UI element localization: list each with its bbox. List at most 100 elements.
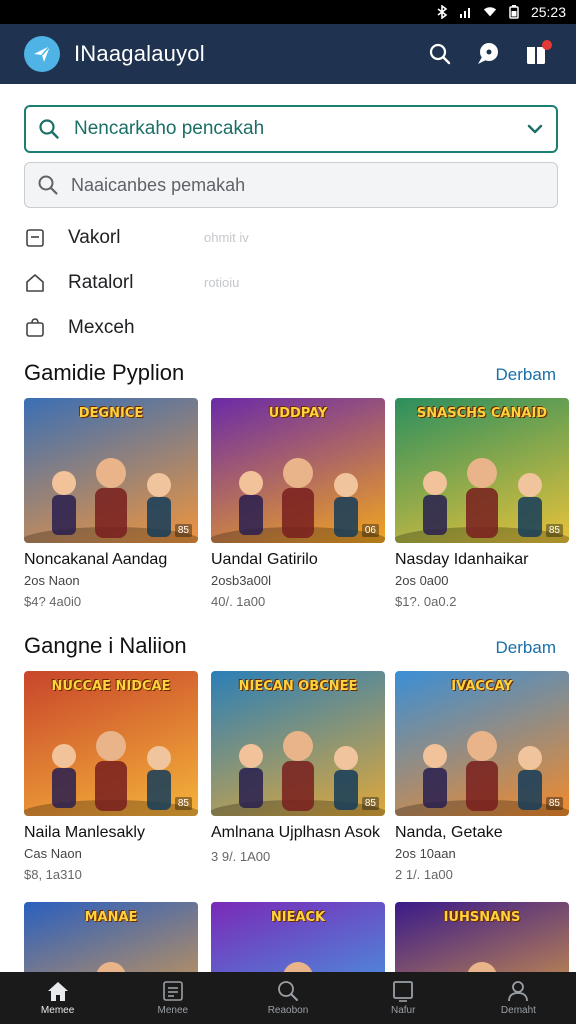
rating-badge: 06 <box>361 524 379 537</box>
home-icon <box>47 982 68 1001</box>
game-meta: Cas Naon <box>24 846 82 861</box>
game-card[interactable]: IVACCAY 85 Nanda, Getake 2os 10aan 2 1/. 1a0… <box>395 671 569 882</box>
rating-badge: 85 <box>545 797 563 810</box>
game-price: $4? 4a0i0 <box>24 594 82 609</box>
menu-item-label: Vakorl <box>68 226 121 248</box>
game-thumbnail[interactable]: IVACCAY 85 <box>395 671 569 816</box>
game-logo-text: MANAE <box>84 910 138 925</box>
chat-button[interactable] <box>466 32 510 76</box>
game-thumbnail[interactable]: UDDPAY 06 <box>211 398 385 543</box>
characters-illustration <box>395 731 569 816</box>
game-card[interactable]: NIECAN OBCNEE 85 Amlnana Ujplhasn Asok 3 9/… <box>211 671 385 864</box>
section-header-1: Gamidie Pyplion Derbam <box>24 360 556 386</box>
rating-badge: 85 <box>174 524 192 537</box>
search-field[interactable] <box>24 162 558 208</box>
menu-list: Vakorl ohmit iv Ratalorl rotioiu Mexceh <box>24 215 558 350</box>
search-dropdown[interactable]: Nencarkaho pencakah <box>24 105 558 153</box>
game-thumbnail[interactable]: NUCCAE NIDCAE 85 <box>24 671 198 816</box>
game-logo-text: NUCCAE NIDCAE <box>51 679 171 694</box>
chevron-down-icon <box>527 124 543 134</box>
rating-badge: 85 <box>361 797 379 810</box>
game-price: $8, 1a310 <box>24 867 82 882</box>
game-title: Nanda, Getake <box>395 824 503 841</box>
game-card[interactable]: SNASCHS CANAID 85 Nasday Idanhaikar 2os 0a0… <box>395 398 569 609</box>
game-logo-text: NIECAN OBCNEE <box>238 679 358 694</box>
game-title: Amlnana Ujplhasn Asok <box>211 824 380 841</box>
menu-item-note: ohmit iv <box>204 230 249 245</box>
list-icon <box>162 981 183 1001</box>
game-card[interactable]: UDDPAY 06 UandaI Gatirilo 2osb3a00l 40/. 1a0… <box>211 398 385 609</box>
menu-item-ratalorl[interactable]: Ratalorl rotioiu <box>24 260 558 305</box>
bottom-nav: Memee Menee Reaobon Nafur Demaht <box>0 972 576 1024</box>
game-title: Noncakanal Aandag <box>24 551 168 568</box>
nav-label: Nafur <box>390 1005 416 1016</box>
menu-item-label: Mexceh <box>68 316 135 338</box>
rating-badge: 85 <box>174 797 192 810</box>
nav-label: Memee <box>40 1005 75 1016</box>
section-title: Gangne i Naliion <box>24 633 187 658</box>
nav-home[interactable]: Memee <box>0 972 115 1024</box>
menu-item-label: Ratalorl <box>68 271 134 293</box>
game-logo-text: IUHSNANS <box>443 910 521 925</box>
game-meta: 2os 10aan <box>395 846 456 861</box>
game-logo-text: SNASCHS CANAID <box>416 406 548 421</box>
game-thumbnail[interactable]: NIECAN OBCNEE 85 <box>211 671 385 816</box>
game-card[interactable]: NUCCAE NIDCAE 85 Naila Manlesakly Cas Naon $… <box>24 671 198 882</box>
status-bar: 25:23 <box>0 0 576 24</box>
chat-bubble-icon <box>478 43 498 64</box>
square-outline-icon <box>24 227 46 249</box>
nav-label: Demaht <box>500 1005 536 1016</box>
game-thumbnail[interactable]: SNASCHS CANAID 85 <box>395 398 569 543</box>
characters-illustration <box>24 458 198 543</box>
bluetooth-icon <box>435 5 449 19</box>
game-title: Nasday Idanhaikar <box>395 551 529 568</box>
game-meta: 2os Naon <box>24 573 80 588</box>
game-logo-text: UDDPAY <box>268 406 328 421</box>
section-header-2: Gangne i Naliion Derbam <box>24 633 556 659</box>
search-input[interactable] <box>71 174 545 196</box>
app-bar: INaagalauyol <box>0 24 576 84</box>
characters-illustration <box>211 731 385 816</box>
game-price: 40/. 1a00 <box>211 594 266 609</box>
menu-item-mexceh[interactable]: Mexceh <box>24 305 558 350</box>
section-title: Gamidie Pyplion <box>24 360 185 385</box>
game-title: UandaI Gatirilo <box>211 551 318 568</box>
characters-illustration <box>211 458 385 543</box>
see-all-link[interactable]: Derbam <box>496 638 556 658</box>
search-icon <box>278 981 298 1001</box>
menu-item-note: rotioiu <box>204 275 240 290</box>
notification-badge <box>542 40 552 50</box>
house-outline-icon <box>24 272 46 294</box>
game-thumbnail[interactable]: DEGNICE 85 <box>24 398 198 543</box>
nav-profile[interactable]: Demaht <box>461 972 576 1024</box>
wifi-icon <box>483 5 497 19</box>
profile-icon <box>508 981 529 1002</box>
game-card[interactable]: DEGNICE 85 Noncakanal Aandag 2os Naon $4? 4a… <box>24 398 198 609</box>
game-meta: 2osb3a00l <box>211 573 271 588</box>
nav-search[interactable]: Reaobon <box>230 972 345 1024</box>
nav-label: Menee <box>157 1005 189 1016</box>
signal-icon <box>459 5 473 19</box>
square-icon <box>393 981 414 1002</box>
game-title: Naila Manlesakly <box>24 824 145 841</box>
search-dropdown-value: Nencarkaho pencakah <box>74 118 265 139</box>
see-all-link[interactable]: Derbam <box>496 365 556 385</box>
game-logo-text: IVACCAY <box>451 679 513 694</box>
nav-nafur[interactable]: Nafur <box>346 972 461 1024</box>
app-title: INaagalauyol <box>74 41 205 66</box>
menu-item-vakorl[interactable]: Vakorl ohmit iv <box>24 215 558 260</box>
game-price: $1?. 0a0.2 <box>395 594 457 609</box>
characters-illustration <box>24 731 198 816</box>
notifications-button[interactable] <box>514 32 558 76</box>
clock: 25:23 <box>530 4 566 20</box>
game-price: 3 9/. 1A00 <box>211 849 271 864</box>
search-icon <box>38 175 58 195</box>
nav-menee[interactable]: Menee <box>115 972 230 1024</box>
search-button[interactable] <box>418 32 462 76</box>
rating-badge: 85 <box>545 524 563 537</box>
game-logo-text: DEGNICE <box>78 406 144 421</box>
search-icon <box>429 43 451 65</box>
game-logo-text: NIEACK <box>270 910 326 925</box>
game-meta: 2os 0a00 <box>395 573 449 588</box>
nav-label: Reaobon <box>267 1005 309 1016</box>
